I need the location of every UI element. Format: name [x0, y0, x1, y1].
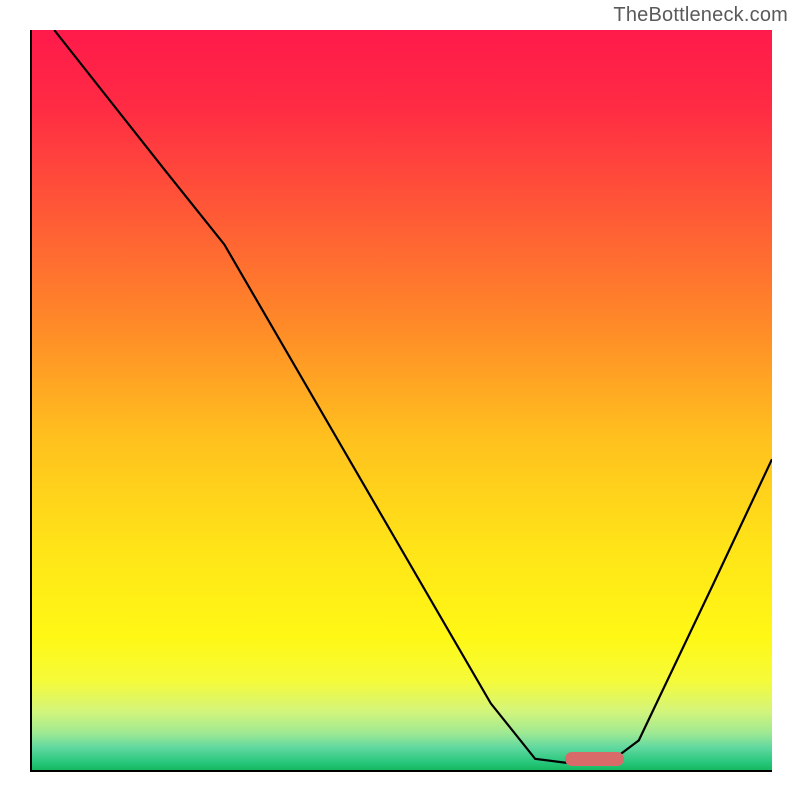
watermark-text: TheBottleneck.com: [613, 4, 788, 27]
optimum-marker: [565, 752, 624, 766]
chart-container: TheBottleneck.com: [0, 0, 800, 800]
plot-area: [30, 30, 772, 772]
curve-line: [32, 30, 772, 770]
